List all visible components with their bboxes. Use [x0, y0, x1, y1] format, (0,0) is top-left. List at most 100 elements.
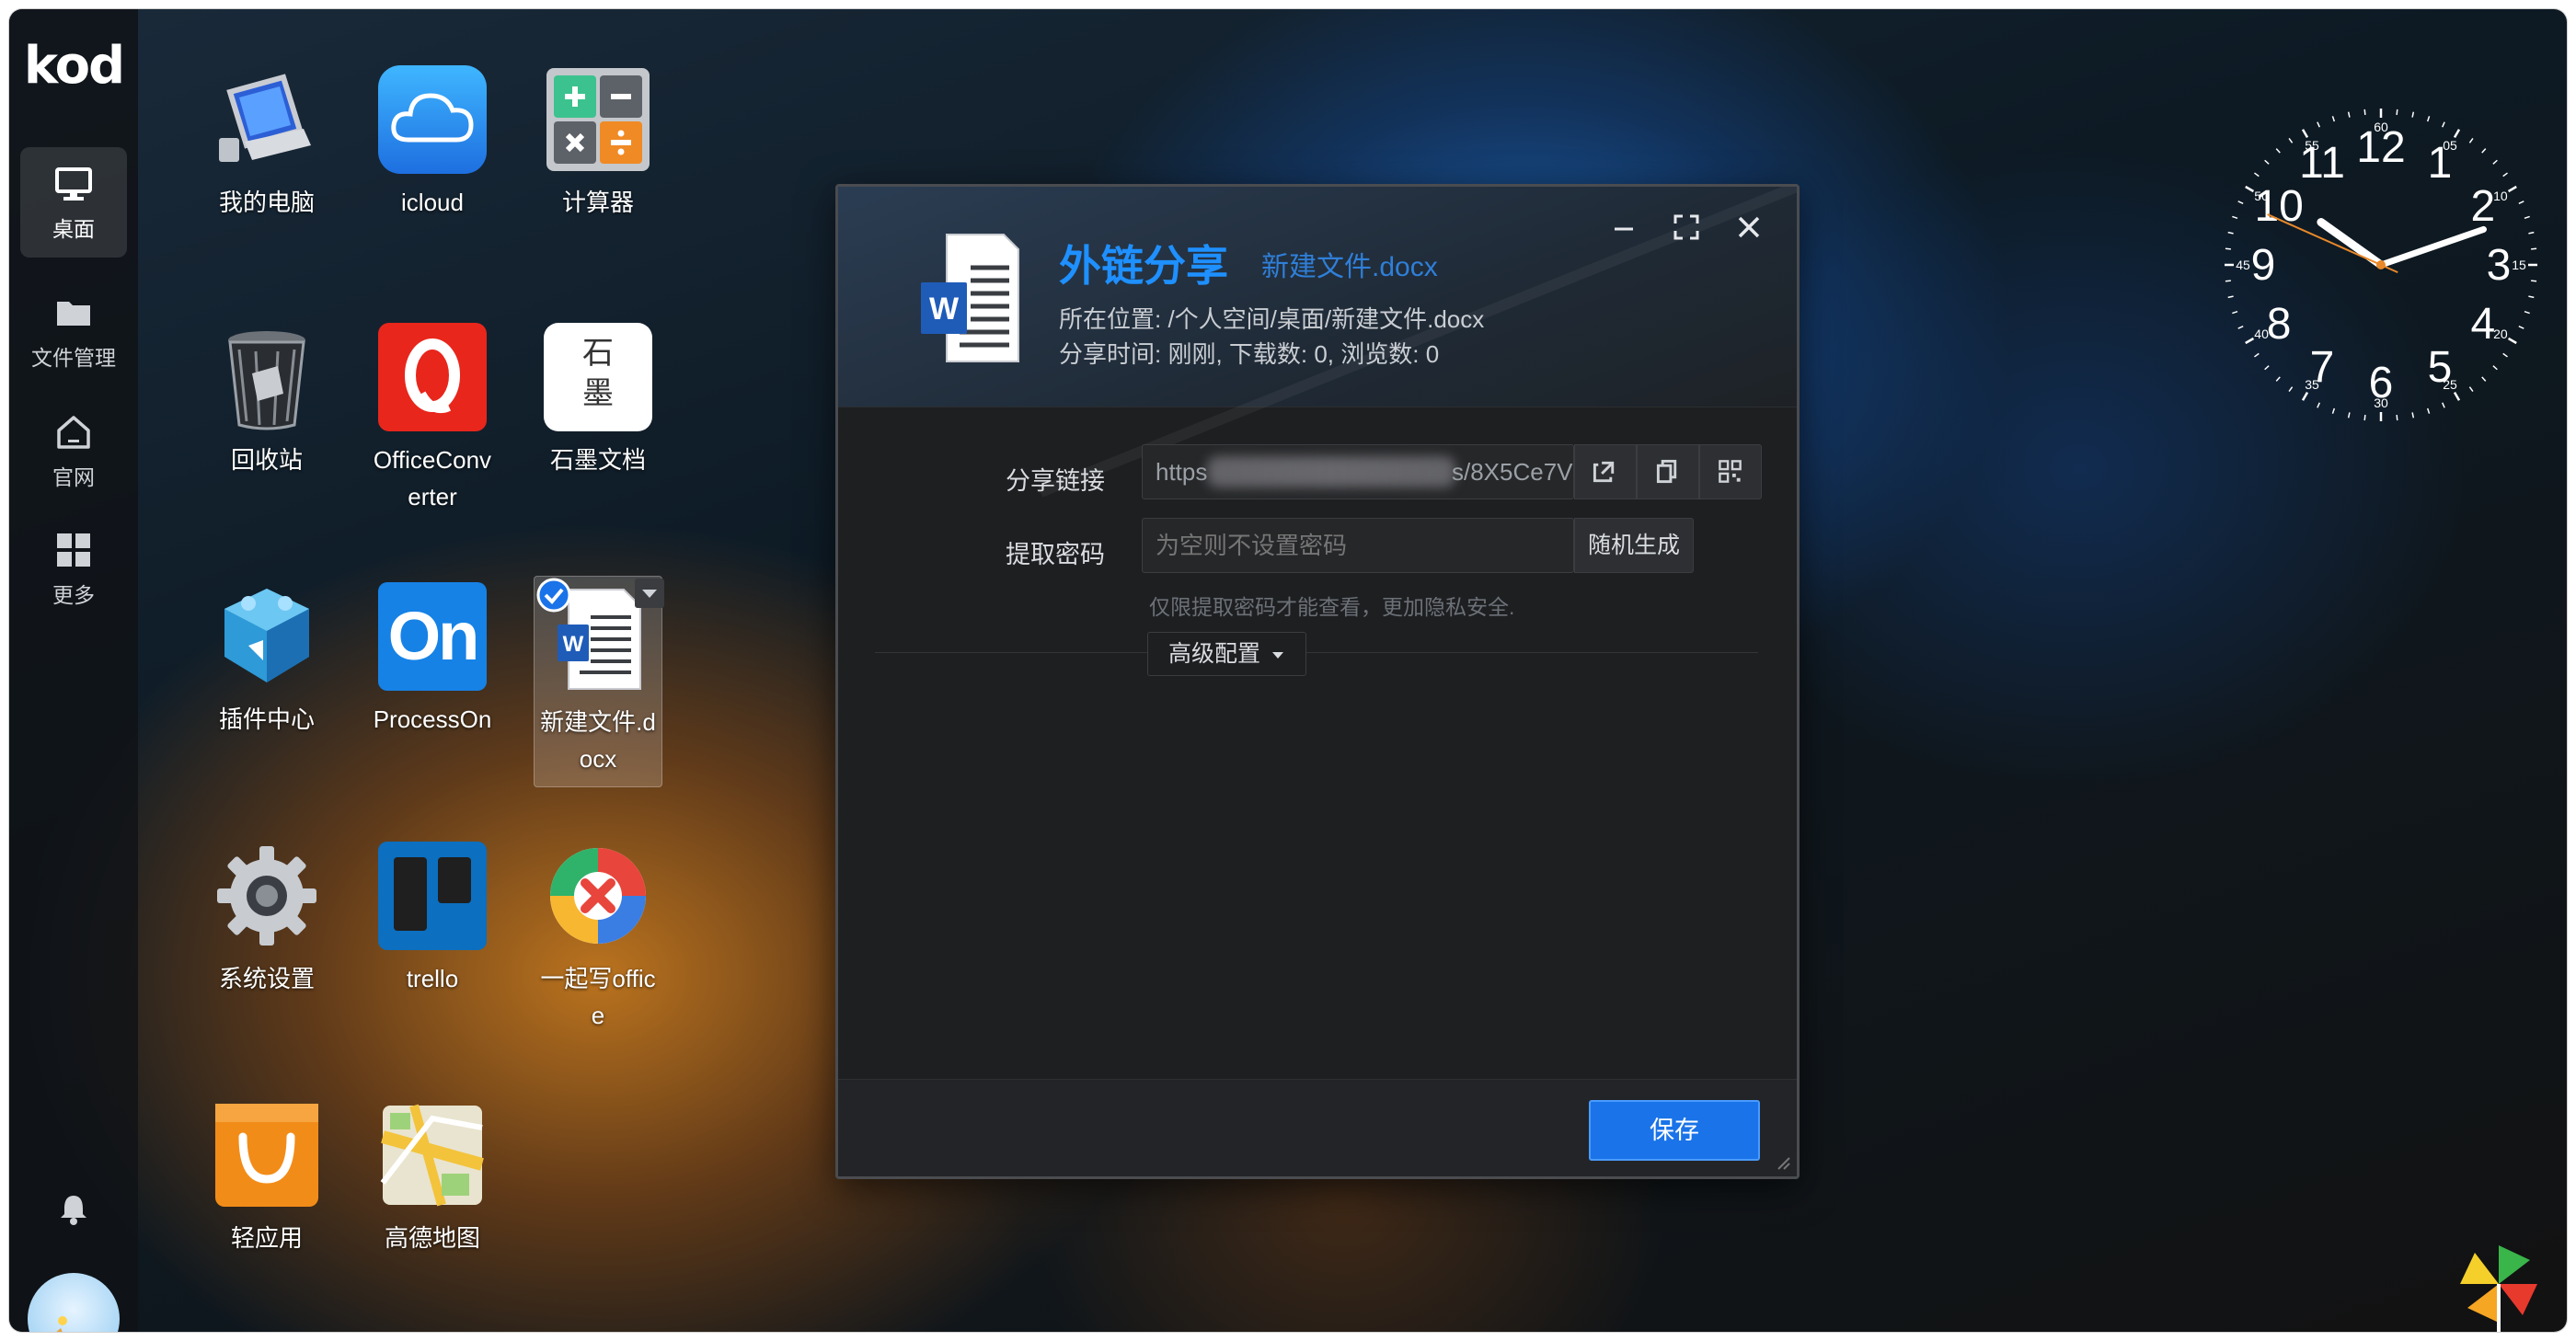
settings-gear-icon	[217, 846, 316, 946]
desktop-icon-label: 石墨文档	[549, 446, 646, 474]
clock-minute-number: 10	[2493, 189, 2508, 203]
sidebar: kod 桌面 文件管理 官网 更多	[9, 9, 138, 1332]
desktop-icon-plugin-center[interactable]: 插件中心	[202, 581, 331, 802]
shimo-docs-icon: 石 墨	[582, 335, 614, 412]
clock-tick	[2317, 121, 2320, 128]
resize-grip-icon[interactable]	[1773, 1152, 1791, 1171]
avatar[interactable]	[28, 1273, 120, 1332]
random-generate-button[interactable]: 随机生成	[1574, 518, 1694, 573]
clock-tick	[2301, 391, 2309, 401]
desktop-icon-trello[interactable]: trello	[368, 841, 497, 1061]
clock-hour-number: 9	[2251, 241, 2276, 290]
clock-tick	[2317, 402, 2320, 408]
qrcode-button[interactable]	[1699, 444, 1762, 499]
clock-tick	[2227, 231, 2234, 235]
sidebar-item-file-manager[interactable]: 文件管理	[20, 276, 127, 386]
sidebar-item-official-site[interactable]: 官网	[20, 395, 127, 506]
pinwheel-icon[interactable]	[2456, 1242, 2541, 1332]
clock-minute-number: 55	[2305, 138, 2319, 153]
desktop-icon-label: trello	[406, 965, 459, 992]
clock-tick	[2363, 415, 2366, 421]
desktop-icon-amap[interactable]: 高德地图	[368, 1100, 497, 1321]
clock-tick	[2254, 352, 2260, 358]
yiqixie-office-icon	[550, 848, 646, 944]
clock-minute-number: 35	[2305, 377, 2319, 392]
advanced-config-button[interactable]: 高级配置	[1147, 632, 1306, 676]
desktop-icon-processon[interactable]: On ProcessOn	[368, 581, 497, 802]
qrcode-icon	[1719, 460, 1742, 483]
clock-tick	[2518, 201, 2524, 204]
desktop-icon-officeconverter[interactable]: OfficeConverter	[368, 322, 497, 543]
clock-tick	[2492, 159, 2498, 165]
clock-tick	[2492, 365, 2498, 371]
svg-text:W: W	[563, 632, 584, 657]
desktop-icon-label: ProcessOn	[373, 705, 492, 733]
clock-tick	[2453, 391, 2461, 401]
clock-tick	[2275, 148, 2281, 154]
clock-hour-number: 8	[2267, 300, 2292, 349]
clock-tick	[2237, 201, 2244, 204]
desktop-icon-recycle-bin[interactable]: 回收站	[202, 322, 331, 543]
open-link-button[interactable]	[1574, 444, 1637, 499]
chevron-down-icon[interactable]	[635, 579, 664, 608]
clock-tick	[2396, 415, 2398, 421]
redacted-url-blur	[1207, 456, 1455, 487]
copy-icon	[1656, 459, 1677, 484]
clock-tick	[2426, 116, 2431, 122]
password-hint: 仅限提取密码才能查看，更加隐私安全.	[1149, 595, 1515, 619]
desktop-icon-new-docx-selected[interactable]: W 新建文件.docx	[534, 576, 664, 787]
checkbox-checked-icon[interactable]	[535, 577, 572, 613]
bell-icon[interactable]	[53, 1188, 94, 1229]
desktop-icon-shimo-docs[interactable]: 石 墨 石墨文档	[534, 322, 662, 543]
desktop-icon-label: 计算器	[561, 189, 634, 216]
desktop-icon-label: 一起写office	[540, 965, 656, 1029]
clock-tick	[2264, 159, 2270, 165]
save-button[interactable]: 保存	[1589, 1100, 1760, 1161]
kod-logo[interactable]: kod	[18, 39, 129, 94]
desktop-icon-system-settings[interactable]: 系统设置	[202, 841, 331, 1061]
clock-tick	[2481, 376, 2487, 382]
plugin-center-icon	[224, 589, 309, 682]
clock-tick	[2275, 376, 2281, 382]
clock-tick	[2502, 172, 2508, 178]
analog-clock-widget: 12 1234567891011 600510152025303540455055	[2225, 109, 2537, 421]
desktop-icon-my-computer[interactable]: 我的电脑	[202, 64, 331, 285]
desktop-icon-icloud[interactable]: icloud	[368, 64, 497, 285]
close-icon[interactable]	[1727, 205, 1771, 249]
desktop-window: kod 桌面 文件管理 官网 更多 我的电脑 回收站 插件中心 系统设置 轻应用…	[9, 9, 2567, 1332]
password-input[interactable]	[1142, 518, 1574, 573]
clock-tick	[2232, 310, 2238, 315]
desktop-icon-label: icloud	[401, 189, 464, 216]
clock-tick	[2232, 215, 2238, 220]
copy-link-button[interactable]	[1637, 444, 1699, 499]
clock-tick	[2442, 121, 2445, 128]
clock-hour-number: 2	[2470, 182, 2495, 231]
clock-tick	[2507, 337, 2517, 345]
processon-icon: On	[387, 598, 480, 674]
clock-tick	[2288, 138, 2294, 143]
desktop-icon-label: 高德地图	[384, 1224, 480, 1252]
minimize-icon[interactable]	[1602, 205, 1646, 249]
sidebar-item-label: 更多	[52, 583, 95, 607]
desktop-icon-label: 我的电脑	[218, 189, 315, 216]
desktop-icon-light-apps[interactable]: 轻应用	[202, 1100, 331, 1321]
sidebar-item-desktop[interactable]: 桌面	[20, 147, 127, 258]
sidebar-item-more[interactable]: 更多	[20, 513, 127, 624]
clock-minute-number: 40	[2254, 327, 2269, 341]
desktop-icon-calculator[interactable]: 计算器	[534, 64, 662, 285]
advanced-config-label: 高级配置	[1168, 641, 1261, 667]
dialog-file-name[interactable]: 新建文件.docx	[1261, 244, 1438, 284]
desktop-icon-yiqixie-office[interactable]: 一起写office	[534, 841, 662, 1061]
clock-tick	[2426, 407, 2431, 414]
map-icon	[380, 1104, 484, 1207]
clock-tick	[2481, 148, 2487, 154]
svg-text:W: W	[929, 292, 960, 327]
clock-tick	[2245, 337, 2255, 345]
desktop-icon-label: 系统设置	[218, 965, 315, 992]
clock-hour-number: 4	[2470, 300, 2495, 349]
maximize-icon[interactable]	[1664, 205, 1708, 249]
clock-tick	[2528, 295, 2535, 299]
clock-tick	[2524, 310, 2530, 315]
share-link-input[interactable]: https s/8X5Ce7V	[1142, 444, 1574, 499]
clock-tick	[2531, 247, 2537, 250]
